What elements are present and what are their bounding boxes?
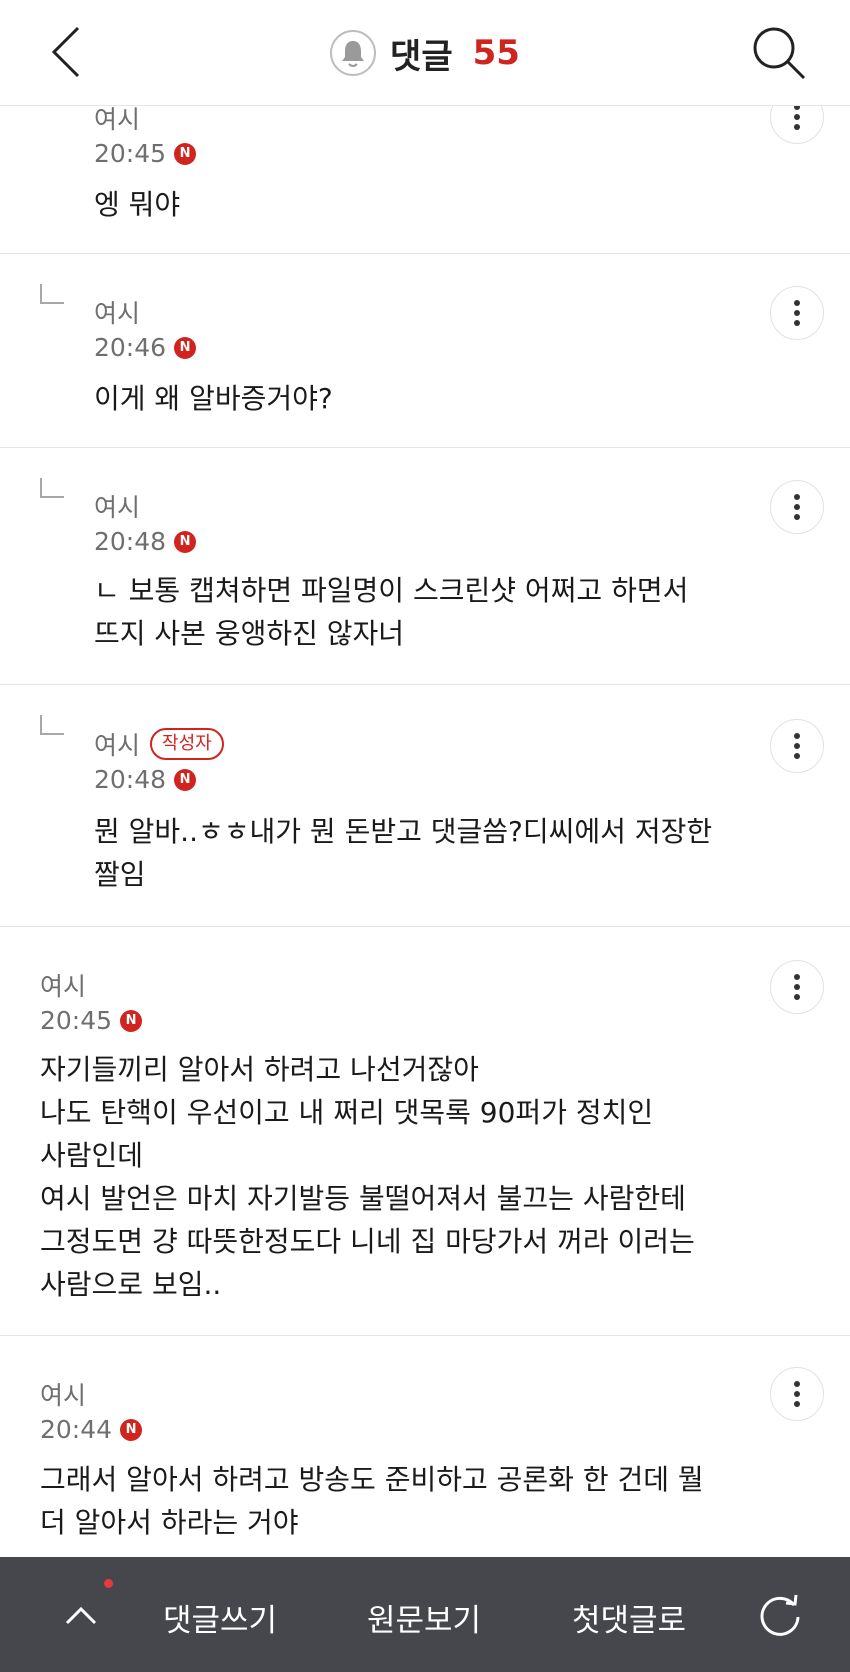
more-options-button[interactable]	[770, 480, 824, 534]
writer-badge: 작성자	[150, 728, 224, 760]
comment-item: 여시 20:46 N 이게 왜 알바증거야?	[0, 254, 850, 448]
reply-indicator-icon	[40, 715, 64, 735]
timestamp: 20:45	[94, 139, 167, 168]
vertical-dots-icon	[794, 974, 800, 1000]
timestamp: 20:48	[94, 765, 167, 794]
timestamp: 20:44	[40, 1415, 113, 1444]
new-badge-icon: N	[120, 1418, 143, 1441]
comment-text: ㄴ 보통 캡쳐하면 파일명이 스크린샷 어쩌고 하면서 뜨지 사본 웅앵하진 않…	[94, 574, 689, 650]
comment-item: 여시 20:45 N 자기들끼리 알아서 하려고 나선거잖아 나도 탄핵이 우선…	[0, 927, 850, 1336]
new-badge-icon: N	[174, 530, 197, 553]
author-name: 여시	[40, 972, 87, 1001]
comment-item: 여시 20:48 N ㄴ 보통 캡쳐하면 파일명이 스크린샷 어쩌고 하면서 뜨…	[0, 448, 850, 685]
author-name: 여시	[94, 493, 141, 522]
refresh-button[interactable]	[752, 1587, 808, 1643]
comment-text: 자기들끼리 알아서 하려고 나선거잖아 나도 탄핵이 우선이고 내 쩌리 댓목록…	[40, 1053, 695, 1301]
comment-author: 여시	[40, 967, 86, 1003]
more-options-button[interactable]	[770, 719, 824, 773]
scroll-top-button[interactable]	[50, 1587, 112, 1643]
app-header: 댓글 55	[0, 0, 850, 106]
timestamp: 20:46	[94, 333, 167, 362]
author-name: 여시	[94, 299, 141, 328]
comment-text: 그래서 알아서 하려고 방송도 준비하고 공론화 한 건데 뭘 더 알아서 하라…	[40, 1463, 704, 1539]
new-badge-icon: N	[120, 1009, 143, 1032]
comment-time: 20:48 N	[94, 765, 197, 794]
write-comment-button[interactable]: 댓글쓰기	[163, 1595, 277, 1640]
chevron-up-icon	[65, 1606, 97, 1625]
comment-author: 여시	[94, 294, 140, 330]
view-original-button[interactable]: 원문보기	[367, 1595, 481, 1640]
comment-text: 이게 왜 알바증거야?	[94, 382, 333, 415]
comment-item: 여시 작성자 20:48 N 뭔 알바..ㅎㅎ내가 뭔 돈받고 댓글씀?디씨에서…	[0, 685, 850, 927]
reply-indicator-icon	[40, 284, 64, 304]
vertical-dots-icon	[794, 733, 800, 759]
author-name: 여시	[40, 1381, 87, 1410]
new-badge-icon: N	[174, 142, 197, 165]
more-options-button[interactable]	[770, 960, 824, 1014]
refresh-icon	[760, 1594, 800, 1636]
notification-bell-button[interactable]	[330, 30, 377, 76]
search-icon	[753, 27, 806, 80]
first-comment-button[interactable]: 첫댓글로	[572, 1595, 686, 1640]
more-options-button[interactable]	[770, 1367, 824, 1421]
bell-icon	[342, 41, 365, 67]
more-options-button[interactable]	[770, 286, 824, 340]
page-title: 댓글 55	[0, 26, 850, 80]
comment-time: 20:48 N	[94, 527, 197, 556]
comment-author: 여시	[94, 488, 140, 524]
comment-time: 20:46 N	[94, 333, 197, 362]
timestamp: 20:48	[94, 527, 167, 556]
comment-item: 여시 20:44 N 그래서 알아서 하려고 방송도 준비하고 공론화 한 건데…	[0, 1336, 850, 1557]
comment-author: 여시 작성자	[94, 726, 224, 762]
comment-text: 뭔 알바..ㅎㅎ내가 뭔 돈받고 댓글씀?디씨에서 저장한 짤임	[94, 815, 713, 891]
vertical-dots-icon	[794, 104, 800, 130]
comment-time: 20:44 N	[40, 1415, 143, 1444]
vertical-dots-icon	[794, 494, 800, 520]
comment-time: 20:45 N	[40, 1006, 143, 1035]
comment-author: 여시	[40, 1376, 86, 1412]
new-badge-icon: N	[174, 336, 197, 359]
bottom-toolbar: 댓글쓰기 원문보기 첫댓글로	[0, 1557, 850, 1672]
reply-indicator-icon	[40, 478, 64, 498]
new-badge-icon: N	[174, 768, 197, 791]
vertical-dots-icon	[794, 300, 800, 326]
comment-text: 엥 뭐야	[94, 188, 181, 221]
author-name: 여시	[94, 731, 141, 760]
search-button[interactable]	[748, 22, 812, 86]
comment-count: 55	[472, 33, 520, 73]
notification-dot	[104, 1579, 113, 1588]
timestamp: 20:45	[40, 1006, 113, 1035]
title-label: 댓글	[390, 36, 453, 77]
comment-time: 20:45 N	[94, 139, 197, 168]
vertical-dots-icon	[794, 1381, 800, 1407]
